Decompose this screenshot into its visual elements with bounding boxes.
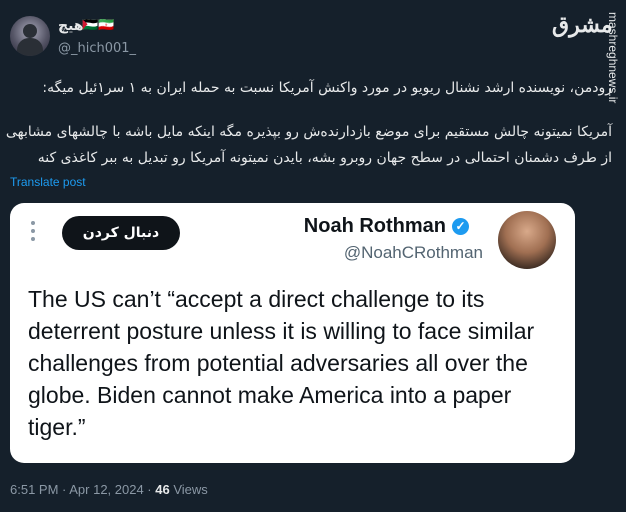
quoted-post-card[interactable]: دنبال کردن Noah Rothman ✓ @NoahCRothman T… xyxy=(10,203,575,463)
verified-badge-icon: ✓ xyxy=(452,218,469,235)
avatar-head xyxy=(23,24,37,38)
translate-post-link[interactable]: Translate post xyxy=(10,175,86,189)
author-avatar[interactable] xyxy=(10,16,50,56)
post-timestamp[interactable]: 6:51 PM · Apr 12, 2024 · xyxy=(10,482,152,497)
views-label: Views xyxy=(173,482,208,497)
author-display-name[interactable]: هیچ xyxy=(58,18,84,34)
card-author-handle[interactable]: @NoahCRothman xyxy=(344,243,483,263)
brand-side-text: mashreghnews.ir xyxy=(606,12,620,104)
tweet-text-line: آمریکا نمیتونه چالش مستقیم برای موضع باز… xyxy=(5,124,612,140)
flag-emojis: 🇵🇸🇮🇷 xyxy=(82,18,115,33)
more-options-icon[interactable] xyxy=(30,221,36,245)
views-count: 46 xyxy=(155,482,170,497)
card-author-name-text: Noah Rothman xyxy=(303,215,446,237)
author-handle[interactable]: @_hich001_ xyxy=(58,41,136,56)
card-author-name[interactable]: Noah Rothman ✓ xyxy=(304,215,469,238)
post-meta: 6:51 PM · Apr 12, 2024 · 46 Views xyxy=(10,482,208,497)
tweet-text-line: از طرف دشمنان احتمالی در سطح جهان روبرو … xyxy=(37,150,612,166)
card-quote-text: The US can’t “accept a direct challenge … xyxy=(28,286,535,440)
avatar-body xyxy=(17,38,43,56)
card-author-avatar[interactable] xyxy=(498,211,556,269)
tweet-text-line: رودمن، نویسنده ارشد نشنال ریویو در مورد … xyxy=(42,80,612,96)
follow-button[interactable]: دنبال کردن xyxy=(62,216,180,250)
